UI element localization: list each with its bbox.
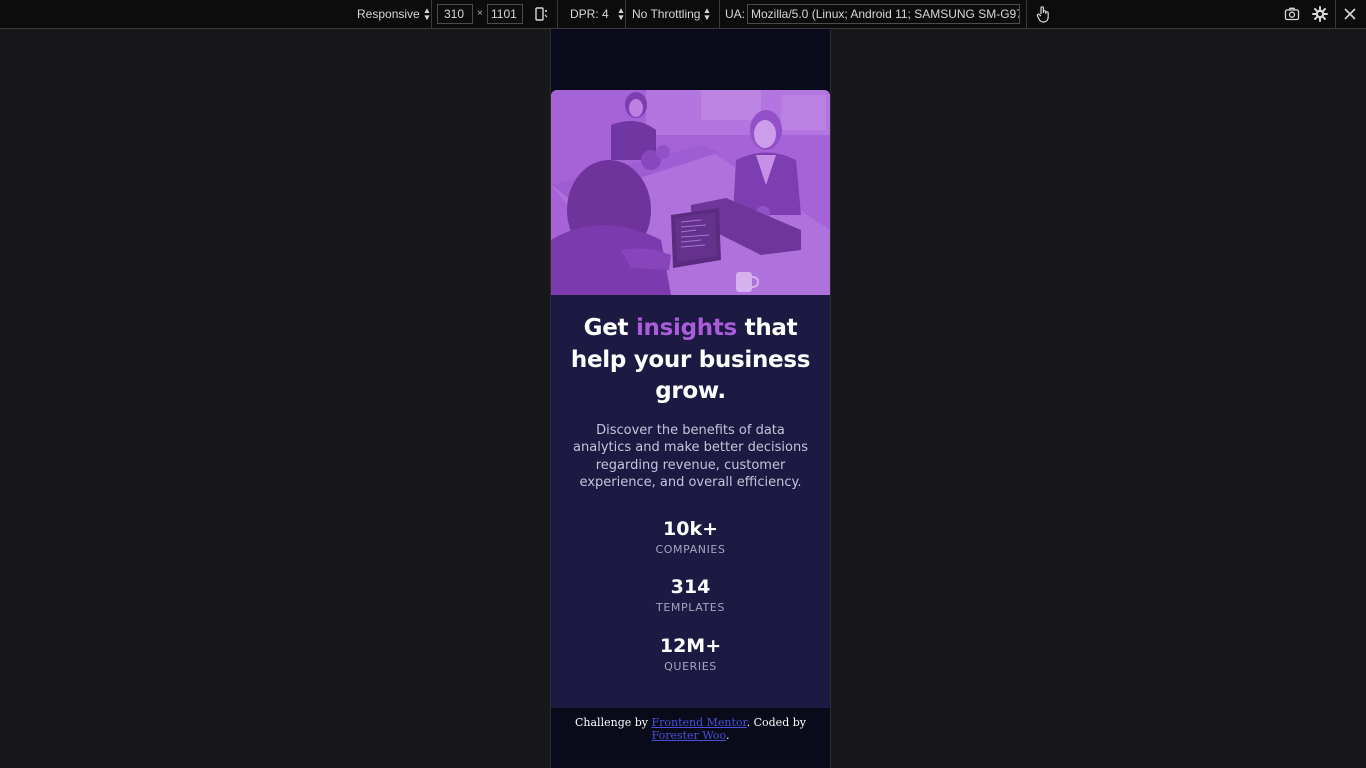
rotate-icon[interactable] [531,4,551,24]
footer-text: Challenge by [575,716,652,729]
stat-value: 12M+ [659,634,722,657]
stat-templates: 314 TEMPLATES [561,576,820,614]
stat-label: COMPANIES [655,542,726,556]
attribution-footer: Challenge by Frontend Mentor. Coded by F… [551,716,830,742]
footer-text: . [725,729,730,742]
user-agent-label: UA: [725,7,746,21]
dimension-separator: × [477,8,483,19]
card-description: Discover the benefits of data analytics … [573,422,808,491]
headline-accent: insights [635,315,737,341]
stat-value: 314 [670,575,711,598]
throttling-selector[interactable]: No Throttling ▲ ▼ [632,0,712,28]
stat-label: TEMPLATES [656,600,725,614]
device-selector-label: Responsive [357,7,420,21]
user-agent-input[interactable]: Mozilla/5.0 (Linux; Android 11; SAMSUNG … [747,4,1020,24]
dpr-selector-label: DPR: 4 [570,7,609,21]
viewport-width-value: 310 [444,7,465,21]
frontend-mentor-link[interactable]: Frontend Mentor [652,716,747,729]
close-icon[interactable] [1340,4,1360,24]
screenshot-icon[interactable] [1282,4,1302,24]
stat-queries: 12M+ QUERIES [561,635,820,673]
throttling-selector-label: No Throttling [632,7,701,21]
settings-icon[interactable] [1310,4,1330,24]
headline-pre: Get [583,315,636,341]
headline: Get insights that help your business gro… [561,313,820,408]
stat-label: QUERIES [664,659,717,673]
footer-text: . Coded by [746,716,806,729]
device-selector[interactable]: Responsive ▲ ▼ [357,0,431,28]
stat-value: 10k+ [663,517,718,540]
updown-arrow-icon: ▲ ▼ [703,6,712,22]
office-people-illustration [551,90,830,295]
viewport-height-input[interactable]: 1101 [487,4,523,24]
touch-icon[interactable] [1033,4,1053,24]
responsive-design-toolbar: Responsive ▲ ▼ 310 × 1101 DPR: 4 ▲ ▼ No Th… [0,0,1366,29]
user-agent-value: Mozilla/5.0 (Linux; Android 11; SAMSUNG … [751,7,1020,21]
device-viewport: Get insights that help your business gro… [550,29,831,768]
hero-image [551,90,830,295]
stat-companies: 10k+ COMPANIES [561,518,820,556]
dpr-selector[interactable]: DPR: 4 ▲ ▼ [570,0,625,28]
updown-arrow-icon: ▲ ▼ [422,6,432,22]
viewport-height-value: 1101 [491,7,517,21]
updown-arrow-icon: ▲ ▼ [616,6,626,22]
card-body: Get insights that help your business gro… [551,313,830,673]
author-link[interactable]: Forester Woo [652,729,726,742]
stats-preview-card: Get insights that help your business gro… [551,90,830,708]
viewport-width-input[interactable]: 310 [437,4,473,24]
